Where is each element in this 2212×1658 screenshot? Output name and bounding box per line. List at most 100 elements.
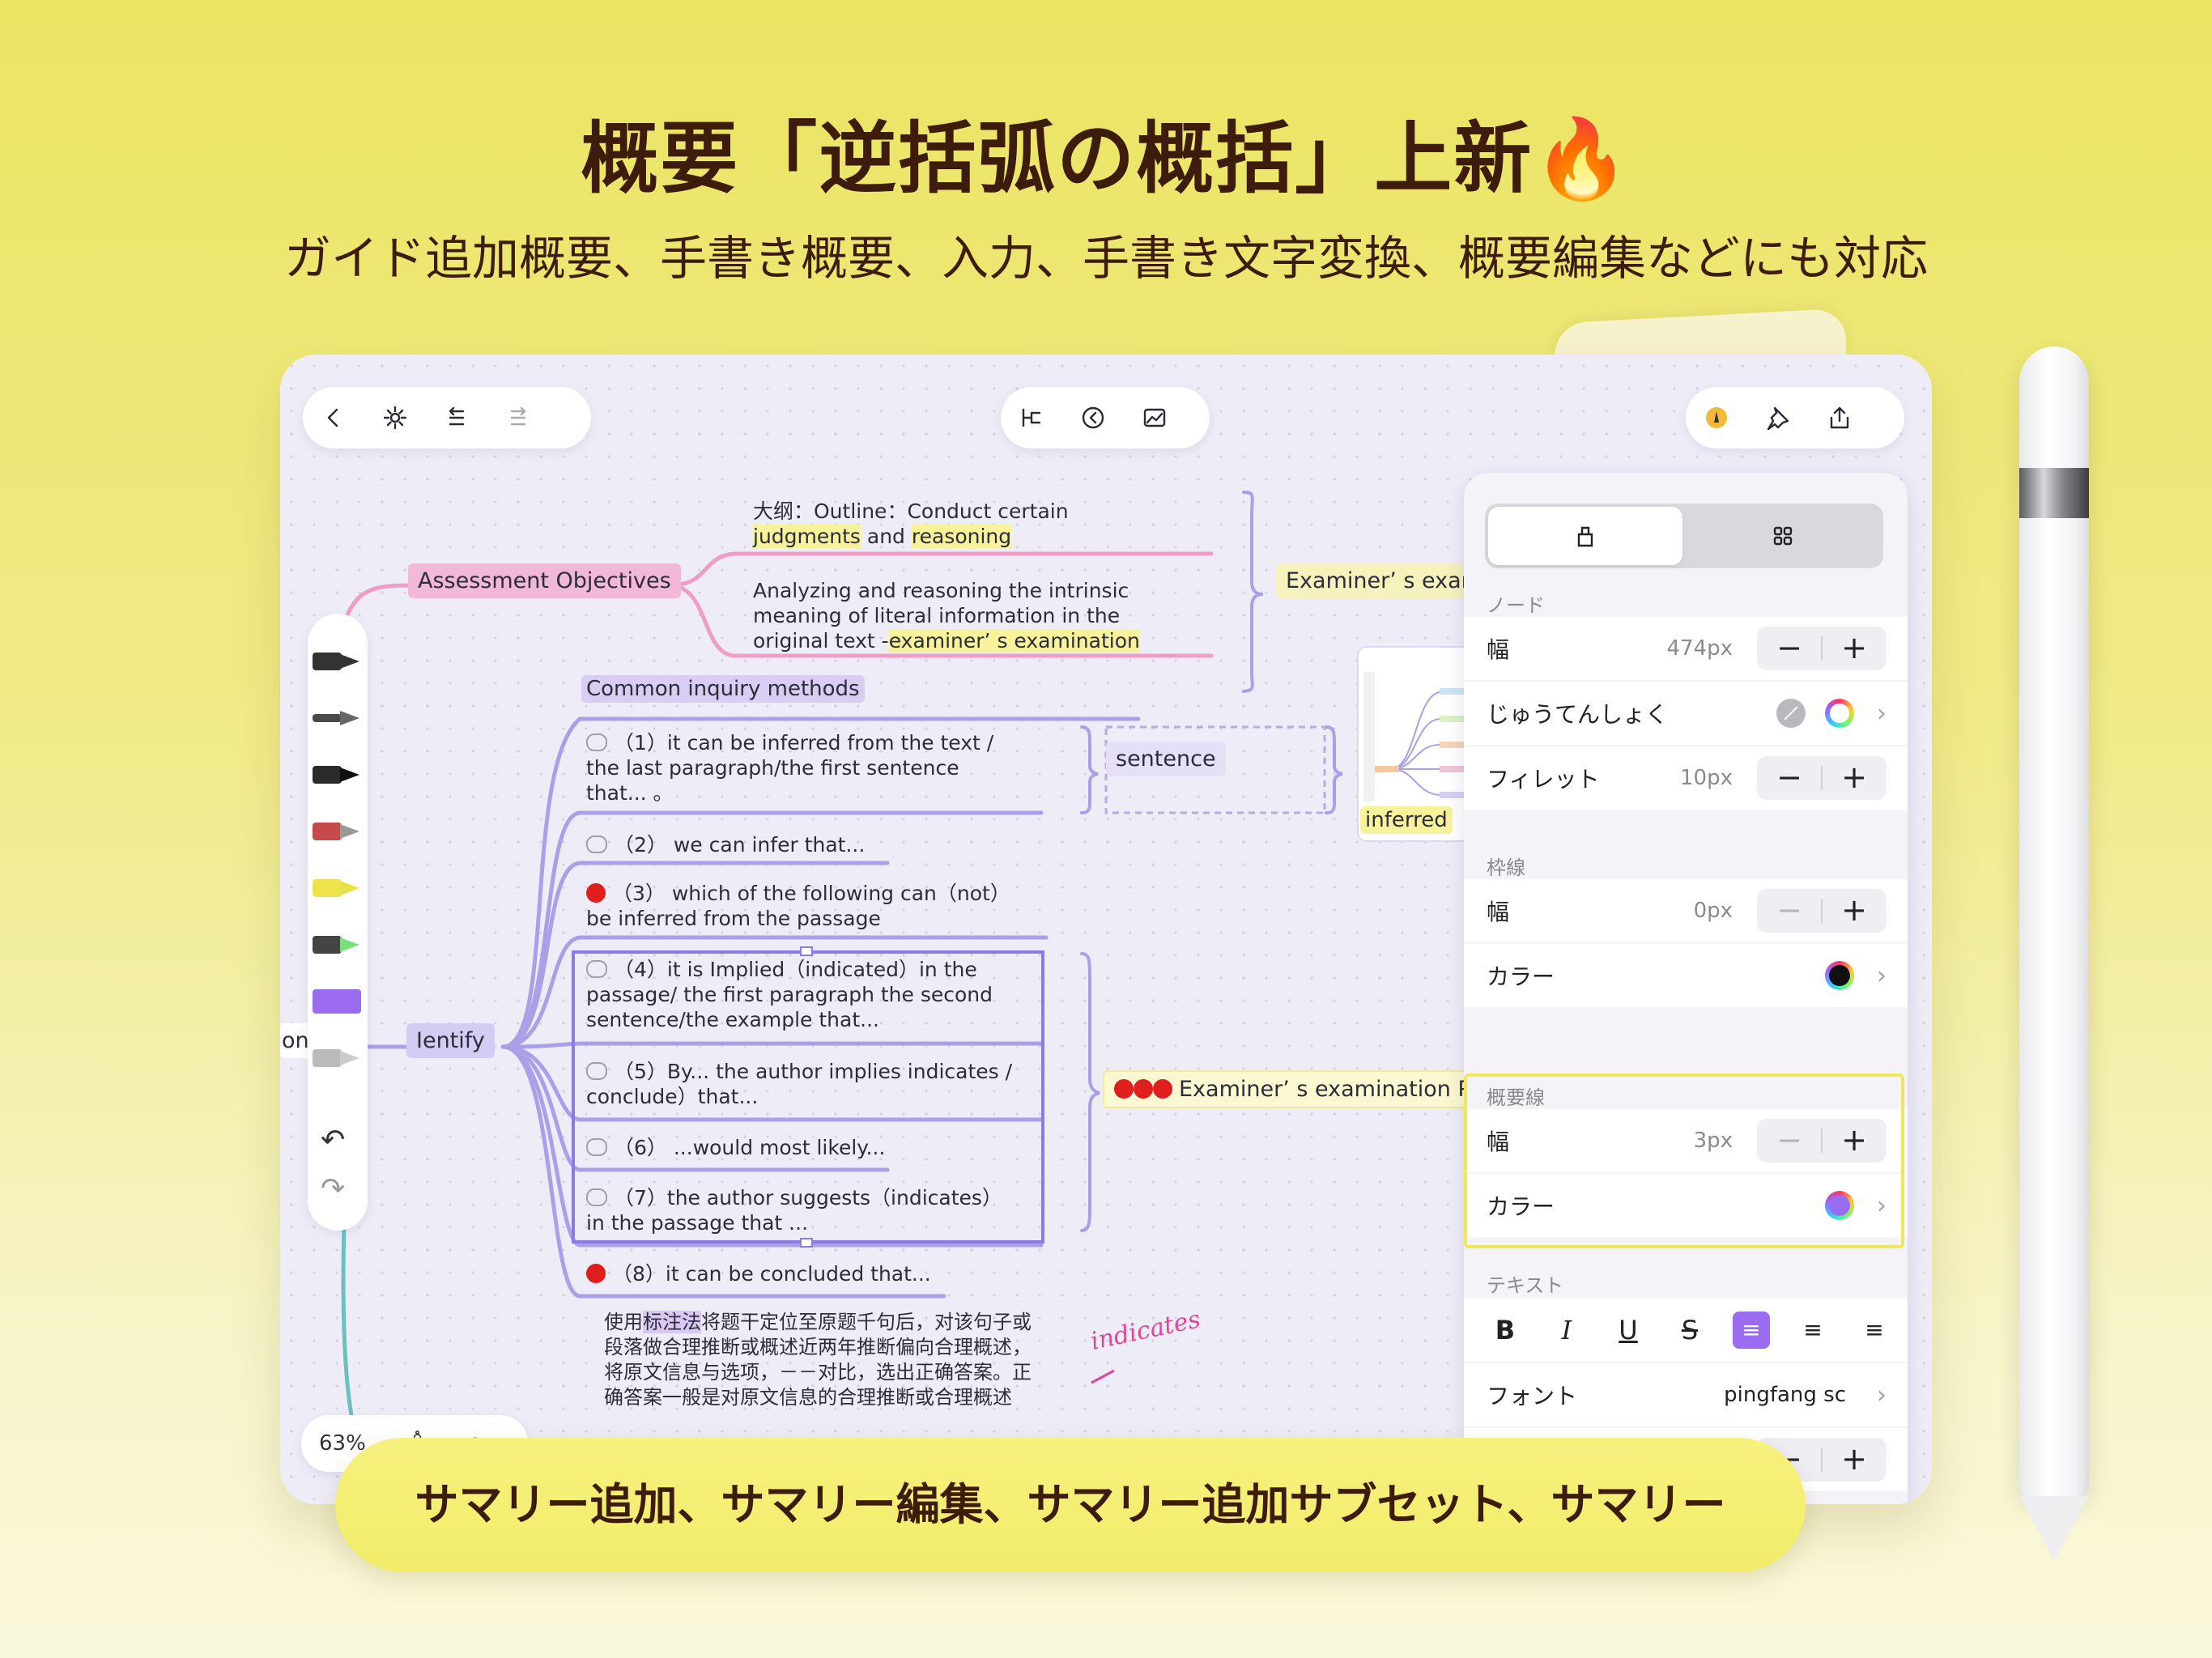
method-4-line-2: passage/ the first paragraph the second — [586, 983, 993, 1006]
common-inquiry-methods-node[interactable]: Common inquiry methods — [581, 675, 865, 703]
method-7-line-1: （7）the author suggests（indicates） — [586, 1185, 1002, 1210]
summary-color-swatch[interactable] — [1825, 1191, 1854, 1220]
method-6-node[interactable]: （6） ...would most likely... — [586, 1135, 885, 1160]
share-icon[interactable] — [1823, 402, 1856, 434]
chevron-right-icon[interactable]: › — [1877, 962, 1887, 990]
fillet-stepper: − + — [1757, 756, 1887, 800]
chevron-right-icon[interactable]: › — [1877, 699, 1887, 728]
tab-layout[interactable] — [1686, 507, 1880, 565]
analyze-node[interactable]: Analyzing and reasoning the intrinsic me… — [753, 578, 1140, 653]
outline-node[interactable]: 大纲：Outline：Conduct certain judgments and… — [753, 499, 1069, 549]
method-1-line-1: （1）it can be inferred from the text / — [586, 730, 993, 755]
examiner-summary-top[interactable]: Examiner’ s exar — [1276, 563, 1467, 598]
grid-icon — [1773, 526, 1793, 546]
tab-style[interactable] — [1488, 507, 1682, 565]
border-width-increase-button[interactable]: + — [1822, 892, 1887, 928]
outline-and: and — [860, 525, 912, 548]
summary-width-decrease-button[interactable]: − — [1757, 1122, 1822, 1158]
bottom-banner: サマリー追加、サマリー編集、サマリー追加サブセット、サマリー — [335, 1438, 1806, 1572]
node-width-increase-button[interactable]: + — [1822, 630, 1887, 665]
redo-icon[interactable]: ↷ — [321, 1172, 345, 1205]
method-8-text: （8）it can be concluded that... — [612, 1262, 931, 1286]
method-7-node[interactable]: （7）the author suggests（indicates） in the… — [586, 1185, 1002, 1235]
font-label: フォント — [1487, 1383, 1578, 1409]
pen-color-icon[interactable] — [1700, 402, 1733, 434]
highlighter-green-tool[interactable] — [313, 931, 364, 959]
method-4-node[interactable]: （4）it is Implied（indicated）in the passag… — [586, 957, 993, 1032]
undo-history-icon[interactable] — [440, 402, 473, 434]
chinese-note-highlight: 标注法 — [643, 1311, 701, 1333]
mindmap-thumbnail[interactable]: inferred — [1357, 646, 1482, 842]
highlighter-yellow-tool[interactable] — [313, 874, 364, 902]
top-left-toolbar — [303, 387, 591, 449]
no-fill-icon[interactable] — [1776, 699, 1806, 728]
zoom-level[interactable]: 63% — [319, 1431, 366, 1456]
border-width-decrease-button[interactable]: − — [1757, 892, 1822, 928]
method-5-text-1: （5）By... the author implies indicates / — [614, 1060, 1013, 1083]
border-color-swatch[interactable] — [1825, 961, 1854, 990]
method-8-node[interactable]: （8）it can be concluded that... — [586, 1261, 931, 1286]
align-center-icon[interactable]: ≡ — [1794, 1312, 1831, 1349]
strikethrough-button[interactable]: S — [1671, 1312, 1708, 1349]
node-width-stepper: − + — [1757, 627, 1887, 670]
examiner-summary-bottom[interactable]: Examiner’ s examination P — [1103, 1070, 1474, 1108]
assessment-objectives-node[interactable]: Assessment Objectives — [408, 563, 681, 598]
fill-color-swatch[interactable] — [1825, 699, 1854, 728]
pen-tool-3[interactable] — [313, 761, 364, 789]
summary-line-section-title: 概要線 — [1487, 1086, 1545, 1109]
back-icon[interactable] — [317, 402, 350, 434]
identify-node[interactable]: Ientify — [406, 1023, 495, 1058]
border-width-label: 幅 — [1487, 899, 1510, 925]
chinese-note[interactable]: 使用标注法将题干定位至原题千句后，对该句子或段落做合理推断或概述近两年推断偏向合… — [604, 1310, 1041, 1420]
bold-button[interactable]: B — [1487, 1312, 1524, 1349]
undo-icon[interactable]: ↶ — [321, 1124, 345, 1157]
inferred-label: inferred — [1360, 806, 1453, 834]
pen-tool-1[interactable] — [313, 648, 364, 675]
chinese-note-prefix: 使用 — [604, 1311, 643, 1333]
method-2-node[interactable]: （2） we can infer that... — [586, 832, 865, 857]
node-width-label: 幅 — [1487, 636, 1510, 663]
fill-color-row[interactable]: じゅうてんしょく › — [1464, 682, 1908, 745]
method-5-line-2: conclude）that... — [586, 1085, 759, 1108]
pen-tool-2[interactable] — [313, 704, 364, 732]
image-export-icon[interactable] — [1138, 402, 1171, 434]
redo-history-icon[interactable] — [502, 402, 534, 434]
method-3-node[interactable]: （3） which of the following can（not） be i… — [586, 881, 1010, 931]
summary-width-increase-button[interactable]: + — [1822, 1122, 1887, 1158]
gear-icon[interactable] — [379, 402, 411, 434]
font-row[interactable]: フォント pingfang sc › — [1464, 1363, 1908, 1426]
sentence-summary-node[interactable]: sentence — [1106, 742, 1226, 776]
comment-icon — [586, 733, 607, 751]
fillet-decrease-button[interactable]: − — [1757, 759, 1822, 795]
align-left-icon[interactable]: ≡ — [1733, 1312, 1770, 1349]
italic-button[interactable]: I — [1548, 1312, 1585, 1349]
analyze-line-3: original text -examiner’ s examination — [753, 628, 1140, 653]
border-color-row[interactable]: カラー › — [1464, 944, 1908, 1007]
text-section-title: テキスト — [1487, 1274, 1564, 1297]
border-width-value: 0px — [1693, 899, 1733, 923]
pin-icon[interactable] — [1762, 402, 1794, 434]
outline-keyword-reasoning: reasoning — [911, 525, 1012, 548]
align-right-icon[interactable]: ≡ — [1856, 1312, 1893, 1349]
font-size-increase-button[interactable]: + — [1822, 1441, 1887, 1477]
pencil-band — [2019, 468, 2089, 518]
lasso-tool[interactable] — [313, 1044, 364, 1072]
style-panel: ノード 幅 474px − + じゅうてんしょく › フィレット 10px − + … — [1464, 473, 1908, 1504]
chevron-right-icon[interactable]: › — [1877, 1381, 1887, 1409]
summary-color-row[interactable]: カラー › — [1464, 1174, 1908, 1237]
method-1-node[interactable]: （1）it can be inferred from the text / th… — [586, 730, 993, 806]
red-dot-icon — [586, 883, 606, 903]
method-1-text-1: （1）it can be inferred from the text / — [614, 731, 994, 755]
chevron-right-icon[interactable]: › — [1877, 1192, 1887, 1220]
summary-color-label: カラー — [1487, 1193, 1555, 1220]
eraser-tool[interactable] — [313, 988, 364, 1015]
pencil-tip — [2019, 1496, 2089, 1561]
underline-button[interactable]: U — [1610, 1312, 1647, 1349]
fountain-pen-tool[interactable] — [313, 818, 364, 845]
method-5-node[interactable]: （5）By... the author implies indicates / … — [586, 1059, 1012, 1109]
structure-icon[interactable] — [1015, 402, 1048, 434]
fillet-increase-button[interactable]: + — [1822, 759, 1887, 795]
comment-icon — [586, 1188, 607, 1206]
node-width-decrease-button[interactable]: − — [1757, 630, 1822, 665]
collapse-icon[interactable] — [1077, 402, 1109, 434]
